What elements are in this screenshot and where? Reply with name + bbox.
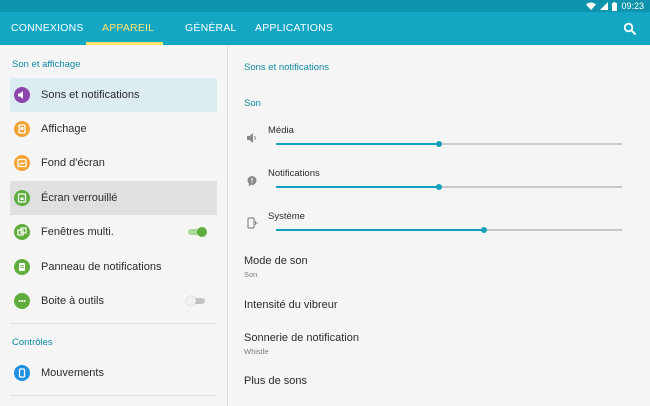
motion-icon bbox=[14, 365, 30, 381]
sidebar-item-label: Fond d'écran bbox=[41, 157, 105, 169]
tab-general[interactable]: GÉNÉRAL bbox=[185, 12, 237, 45]
slider-thumb[interactable] bbox=[435, 141, 442, 147]
display-icon bbox=[14, 121, 30, 137]
slider-thumb[interactable] bbox=[435, 184, 442, 190]
setting-title: Intensité du vibreur bbox=[244, 299, 338, 311]
media-volume-slider[interactable] bbox=[276, 139, 622, 149]
toolbox-toggle[interactable] bbox=[186, 295, 207, 307]
search-icon bbox=[623, 22, 636, 35]
sidebar-item-display[interactable]: Affichage bbox=[10, 112, 217, 146]
settings-sidebar: Son et affichage Sons et notifications A… bbox=[0, 45, 227, 406]
setting-sound-mode[interactable]: Mode de son Son bbox=[244, 255, 308, 279]
sidebar-item-label: Boite à outils bbox=[41, 295, 104, 307]
slider-thumb[interactable] bbox=[480, 227, 487, 233]
slider-fill bbox=[276, 186, 439, 188]
setting-more-sounds[interactable]: Plus de sons bbox=[244, 375, 307, 387]
section-header-sound: Son bbox=[244, 98, 261, 109]
slider-fill bbox=[276, 143, 439, 145]
detail-pane: Sons et notifications Son Média Notifica… bbox=[228, 45, 650, 406]
sidebar-item-label: Mouvements bbox=[41, 367, 104, 379]
sidebar-item-lockscreen[interactable]: Écran verrouillé bbox=[10, 181, 217, 215]
lockscreen-icon bbox=[14, 190, 30, 206]
tab-connexions[interactable]: CONNEXIONS bbox=[11, 12, 84, 45]
setting-title: Mode de son bbox=[244, 255, 308, 267]
sidebar-item-wallpaper[interactable]: Fond d'écran bbox=[10, 146, 217, 180]
sidebar-item-label: Sons et notifications bbox=[41, 89, 140, 101]
sidebar-item-toolbox[interactable]: Boite à outils bbox=[10, 284, 217, 318]
setting-title: Sonnerie de notification bbox=[244, 332, 359, 344]
setting-title: Plus de sons bbox=[244, 375, 307, 387]
multiwindow-toggle[interactable] bbox=[186, 226, 207, 238]
slider-fill bbox=[276, 229, 484, 231]
section-divider bbox=[10, 395, 217, 396]
volume-label-system: Système bbox=[268, 211, 305, 222]
setting-notification-ringtone[interactable]: Sonnerie de notification Whistle bbox=[244, 332, 359, 356]
setting-subtitle: Whistle bbox=[244, 347, 269, 356]
status-icons: 09:23 bbox=[586, 0, 644, 12]
tab-appareil[interactable]: APPAREIL bbox=[102, 12, 154, 45]
status-bar: 09:23 bbox=[0, 0, 650, 12]
sidebar-item-label: Écran verrouillé bbox=[41, 192, 118, 204]
sidebar-item-notification-panel[interactable]: Panneau de notifications bbox=[10, 250, 217, 284]
page-title: Sons et notifications bbox=[244, 62, 330, 73]
phone-vibrate-icon bbox=[247, 217, 258, 229]
search-button[interactable] bbox=[623, 22, 637, 36]
wifi-icon bbox=[586, 2, 597, 10]
volume-label-media: Média bbox=[268, 125, 294, 136]
battery-icon bbox=[612, 1, 618, 11]
section-header-controls: Contrôles bbox=[12, 337, 53, 348]
sidebar-item-motions[interactable]: Mouvements bbox=[10, 356, 217, 390]
setting-vibration-intensity[interactable]: Intensité du vibreur bbox=[244, 299, 338, 311]
sidebar-item-label: Fenêtres multi. bbox=[41, 226, 114, 238]
volume-label-notifications: Notifications bbox=[268, 168, 320, 179]
speaker-icon bbox=[14, 87, 30, 103]
signal-icon bbox=[600, 2, 609, 10]
status-time: 09:23 bbox=[621, 1, 644, 11]
speaker-icon bbox=[247, 133, 256, 143]
tab-applications[interactable]: APPLICATIONS bbox=[255, 12, 333, 45]
wallpaper-icon bbox=[14, 155, 30, 171]
tab-bar: CONNEXIONS APPAREIL GÉNÉRAL APPLICATIONS bbox=[0, 12, 650, 45]
multiwindow-icon bbox=[14, 224, 30, 240]
sidebar-item-label: Affichage bbox=[41, 123, 87, 135]
setting-subtitle: Son bbox=[244, 270, 258, 279]
system-volume-slider[interactable] bbox=[276, 225, 622, 235]
toggle-knob bbox=[197, 227, 207, 237]
sidebar-item-multiwindow[interactable]: Fenêtres multi. bbox=[10, 215, 217, 249]
section-divider bbox=[10, 323, 217, 324]
sidebar-item-label: Panneau de notifications bbox=[41, 261, 162, 273]
section-header-sound-display: Son et affichage bbox=[12, 59, 81, 70]
notification-panel-icon bbox=[14, 259, 30, 275]
sidebar-item-sounds-notifications[interactable]: Sons et notifications bbox=[10, 78, 217, 112]
toggle-knob bbox=[186, 296, 196, 306]
notification-bubble-icon bbox=[247, 176, 257, 187]
toolbox-icon bbox=[14, 293, 30, 309]
notifications-volume-slider[interactable] bbox=[276, 182, 622, 192]
